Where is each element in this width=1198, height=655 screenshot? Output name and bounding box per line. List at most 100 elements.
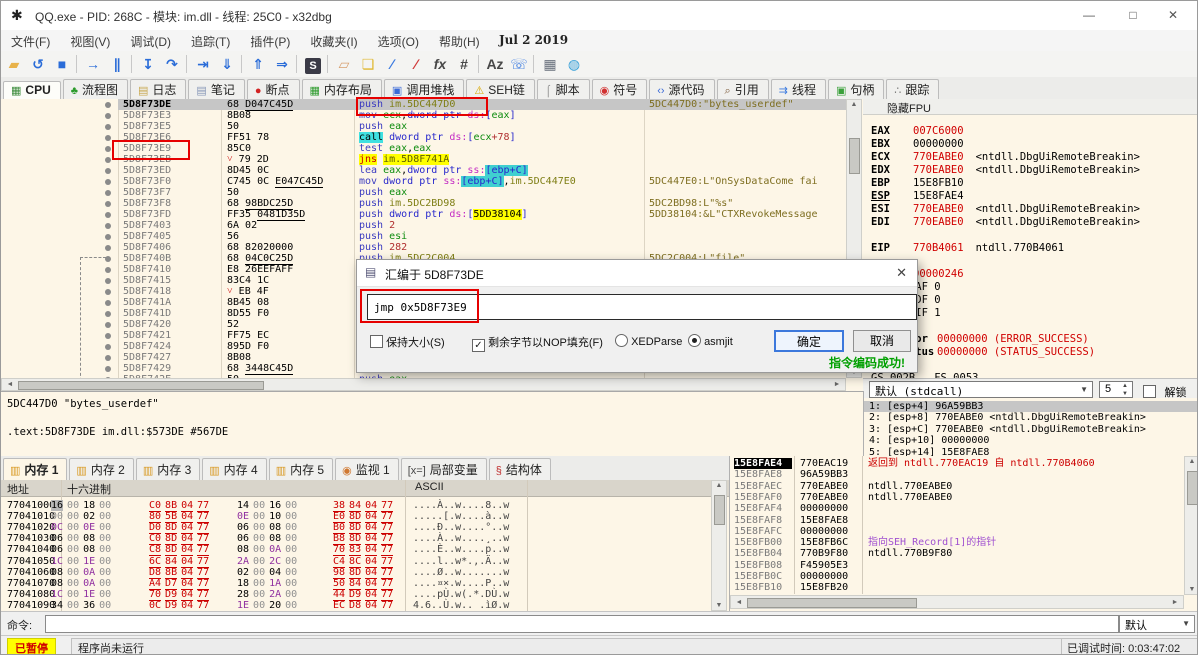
dump-hex-group[interactable]: 1C 00 1E 00 — [51, 556, 115, 567]
breakpoint-dot[interactable] — [105, 135, 111, 141]
breakpoint-dot[interactable] — [105, 212, 111, 218]
scroll-down-icon[interactable]: ▼ — [712, 602, 726, 609]
disasm-instruction[interactable]: push 282 — [359, 242, 643, 253]
stack-row[interactable]: 15E8FAF0 770EABE0 ntdll.770EABE0 — [730, 492, 1197, 503]
argument-row[interactable]: 4: [esp+10] 00000000 — [863, 435, 1197, 446]
dump-hex-group[interactable]: 38 84 04 77 — [333, 500, 397, 512]
stack-row[interactable]: 15E8FAFC 00000000 — [730, 526, 1197, 537]
menu-item[interactable]: 文件(F) — [1, 30, 60, 50]
keep-size-checkbox[interactable]: 保持大小(S) — [370, 334, 445, 350]
dump-hex-group[interactable]: 44 D9 04 77 — [333, 588, 397, 601]
dump-hex-group[interactable]: 1C 00 1E 00 — [51, 589, 115, 600]
breakpoint-dot[interactable] — [105, 355, 111, 361]
calculator-icon[interactable]: ▦ — [539, 53, 561, 75]
menu-item[interactable]: 选项(O) — [368, 30, 429, 50]
dump-hex-group[interactable]: 14 00 16 00 — [237, 500, 301, 511]
dump-hex-group[interactable]: 70 83 04 77 — [333, 544, 397, 557]
breakpoint-dot[interactable] — [105, 366, 111, 372]
stack-row[interactable]: 15E8FB08 F45905E3 — [730, 560, 1197, 571]
disasm-address[interactable]: 5D8F740B — [123, 253, 217, 264]
pause-icon[interactable]: ∥ — [106, 53, 128, 75]
disasm-address[interactable]: 5D8F73ED — [123, 165, 217, 176]
dump-hex-group[interactable]: 0E 00 10 00 — [237, 511, 301, 522]
dump-hex-group[interactable]: 00 00 02 00 — [51, 511, 115, 522]
disasm-instruction[interactable]: push dword ptr ds:[5DD38104] — [359, 209, 643, 220]
tab-流程图[interactable]: ♣ 流程图 — [62, 79, 128, 100]
scroll-left-icon[interactable]: ◄ — [732, 599, 746, 606]
xedparse-radio[interactable]: XEDParse — [615, 334, 682, 348]
dump-address[interactable]: 77041040 — [7, 544, 55, 555]
tab-跟踪[interactable]: ∴ 跟踪 — [886, 79, 940, 100]
step-over-icon[interactable]: ↷ — [161, 53, 183, 75]
breakpoint-dot[interactable] — [105, 179, 111, 185]
breakpoint-dot[interactable] — [105, 102, 111, 108]
scroll-right-icon[interactable]: ► — [1168, 599, 1182, 606]
dump-hex-group[interactable]: D0 8D 04 77 — [149, 522, 213, 535]
breakpoint-dot[interactable] — [105, 322, 111, 328]
hash-icon[interactable]: # — [453, 53, 475, 75]
dump-hex-group[interactable]: B0 8D 04 77 — [333, 522, 397, 535]
step-into-icon[interactable]: ↧ — [137, 53, 159, 75]
dump-address[interactable]: 77041060 — [7, 567, 55, 578]
breakpoint-dot[interactable] — [105, 289, 111, 295]
disasm-address[interactable]: 5D8F73F8 — [123, 198, 217, 209]
run-icon[interactable]: → — [82, 53, 104, 75]
tab-内存 3[interactable]: ▥ 内存 3 — [135, 458, 201, 481]
spinner-up-icon[interactable]: ▲ — [1122, 383, 1128, 389]
dump-hex-group[interactable]: 06 00 08 00 — [237, 533, 301, 544]
calling-convention-select[interactable]: 默认 (stdcall) ▼ — [869, 381, 1093, 398]
dump-hex-group[interactable]: 0C 00 0E 00 — [51, 522, 115, 533]
run-to-user-code-icon[interactable]: ⇓ — [216, 53, 238, 75]
register-row[interactable]: ESP 15E8FAE4 — [871, 190, 1197, 203]
disasm-address[interactable]: 5D8F741A — [123, 297, 217, 308]
spinner-down-icon[interactable]: ▼ — [1122, 391, 1128, 397]
dump-hex-group[interactable]: 02 00 04 00 — [237, 567, 301, 578]
disasm-address[interactable]: 5D8F741D — [123, 308, 217, 319]
disasm-instruction[interactable]: call dword ptr ds:[ecx+78] — [359, 132, 643, 143]
disasm-address[interactable]: 5D8F73F0 — [123, 176, 217, 187]
globe-icon[interactable]: ◍ — [563, 53, 585, 75]
arguments-panel[interactable]: 1: [esp+4] 96A59BB3 2: [esp+8] 770EABE0 <… — [863, 398, 1197, 456]
register-row[interactable]: ESI 770EABE0 <ntdll.DbgUiRemoteBreakin> — [871, 203, 1197, 216]
tab-内存 4[interactable]: ▥ 内存 4 — [202, 458, 267, 481]
dump-hex-group[interactable]: C0 8D 04 77 — [149, 533, 213, 546]
argument-count-stepper[interactable]: 5 ▲ ▼ — [1099, 381, 1133, 398]
close-button[interactable]: ✕ — [1153, 1, 1193, 29]
register-row[interactable]: EFLAGS00000246 — [871, 268, 1197, 281]
tab-线程[interactable]: ⇉ 线程 — [770, 79, 826, 100]
hide-fpu-toggle[interactable]: 隐藏FPU — [863, 99, 1197, 115]
scroll-up-icon[interactable]: ▲ — [847, 101, 861, 108]
stack-row[interactable]: 15E8FAE8 96A59BB3 — [730, 469, 1197, 480]
menu-item[interactable]: 收藏夹(I) — [300, 30, 367, 50]
disasm-address[interactable]: 5D8F7421 — [123, 330, 217, 341]
stack-vscrollbar[interactable]: ▲ ▼ — [1184, 456, 1197, 595]
dump-ascii[interactable]: ....À..w....8..w — [413, 500, 509, 511]
breakpoint-dot[interactable] — [105, 157, 111, 163]
register-row[interactable]: CF 0 IF 1 — [871, 307, 1197, 320]
breakpoint-dot[interactable] — [105, 223, 111, 229]
breakpoint-dot[interactable] — [105, 278, 111, 284]
register-row[interactable]: EDX 770EABE0 <ntdll.DbgUiRemoteBreakin> — [871, 164, 1197, 177]
tab-内存 5[interactable]: ▥ 内存 5 — [268, 458, 334, 481]
disasm-address[interactable]: 5D8F7415 — [123, 275, 217, 286]
disasm-hscrollbar[interactable]: ◄ ► — [1, 378, 846, 391]
register-row[interactable]: EIP 770B4061 ntdll.770B4061 — [871, 242, 1197, 255]
register-row[interactable]: EAX 007C6000 — [871, 125, 1197, 138]
open-file-icon[interactable]: ▰ — [3, 53, 25, 75]
dump-hex-group[interactable]: D8 8B 04 77 — [149, 566, 213, 579]
stack-panel[interactable]: 15E8FAE4 770EAC19 返回到 ntdll.770EAC19 自 ntd… — [729, 456, 1197, 611]
dump-ascii[interactable]: ....pÙ.w(.*.DÙ.w — [413, 589, 509, 600]
disasm-instruction[interactable]: mov dword ptr ss:[ebp+C],im.5DC447E0 — [359, 176, 643, 187]
stack-hscrollbar[interactable]: ◄ ► — [730, 595, 1184, 609]
menu-item[interactable]: 插件(P) — [240, 30, 300, 50]
dump-hex-group[interactable]: 0C D9 04 77 — [149, 599, 213, 612]
stack-row[interactable]: 15E8FB10 15E8FB20 — [730, 582, 1197, 593]
dump-address[interactable]: 77041080 — [7, 589, 55, 600]
dump-hex-group[interactable]: EC D8 04 77 — [333, 599, 397, 612]
disasm-address[interactable]: 5D8F7406 — [123, 242, 217, 253]
memory-dump-panel[interactable]: 地址 十六进制 ASCII 77041000 16 00 18 00 C0 8B 04 77 14… — [1, 480, 729, 612]
dump-ascii[interactable]: ....¤×.w....P..w — [413, 578, 509, 589]
tab-监视 1[interactable]: ◉ 监视 1 — [335, 458, 399, 481]
step-out-icon[interactable]: ⇑ — [247, 53, 269, 75]
disasm-instruction[interactable]: push eax — [359, 187, 643, 198]
